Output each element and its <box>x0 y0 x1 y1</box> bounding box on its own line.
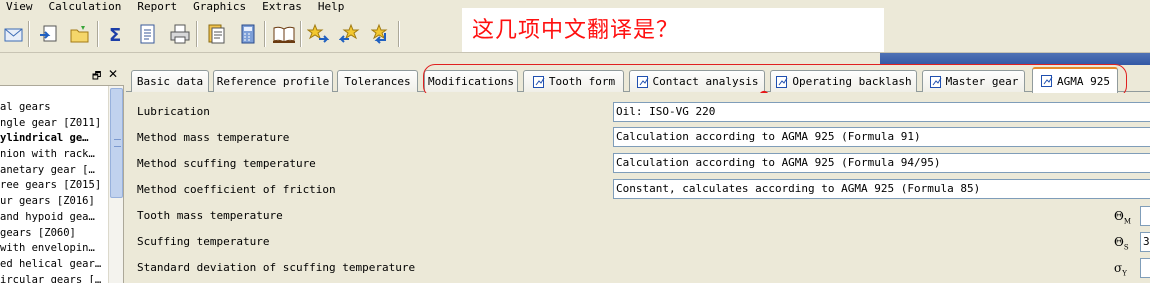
menu-calculation[interactable]: Calculation <box>41 0 130 15</box>
scrollbar[interactable] <box>108 86 123 283</box>
agma-925-form: Lubrication Oil: ISO-VG 220 Method mass … <box>126 93 1150 283</box>
tab-tolerances[interactable]: Tolerances <box>337 70 418 92</box>
module-list-item[interactable]: al gears <box>0 100 108 116</box>
module-list-item[interactable]: ylindrical ge… <box>0 131 108 147</box>
star-back-icon[interactable] <box>338 22 362 46</box>
module-list-item[interactable]: ed helical gear… <box>0 257 108 273</box>
print-icon[interactable] <box>168 22 192 46</box>
module-list-item[interactable]: nion with rack… <box>0 147 108 163</box>
mail-icon[interactable] <box>2 22 26 46</box>
row-label: Tooth mass temperature <box>137 209 283 222</box>
close-icon[interactable]: ✕ <box>108 67 118 81</box>
annotation-question: 这几项中文翻译是？ <box>472 18 680 43</box>
module-tree-panel: 🗗 ✕ al gears ngle gear [Z011] ylindrical g… <box>0 66 124 283</box>
scuffing-temperature-method-select[interactable]: Calculation according to AGMA 925 (Formu… <box>613 153 1150 173</box>
svg-text:Σ: Σ <box>109 25 121 45</box>
form-row-friction-coefficient: Method coefficient of friction Constant,… <box>126 177 1150 203</box>
annotation-box: 这几项中文翻译是？ <box>462 8 884 52</box>
symbol: ΘM <box>1114 209 1132 226</box>
menu-help[interactable]: Help <box>310 0 353 15</box>
menu-graphics[interactable]: Graphics <box>185 0 254 15</box>
form-row-scuffing-std-dev: Standard deviation of scuffing temperatu… <box>126 255 1150 281</box>
lubrication-select[interactable]: Oil: ISO-VG 220 <box>613 102 1150 122</box>
mass-temperature-method-select[interactable]: Calculation according to AGMA 925 (Formu… <box>613 127 1150 147</box>
form-row-scuffing-temperature: Scuffing temperature ΘS 3 <box>126 229 1150 255</box>
module-list-item[interactable]: ircular gears [… <box>0 273 108 283</box>
scuffing-std-dev-input[interactable] <box>1140 258 1150 278</box>
scrollbar-thumb[interactable] <box>110 88 123 198</box>
module-list-item[interactable]: with envelopin… <box>0 241 108 257</box>
module-list-item[interactable]: ngle gear [Z011] <box>0 116 108 132</box>
panel-header: 🗗 ✕ <box>0 66 124 86</box>
tab-label: Tolerances <box>344 75 411 88</box>
module-list-item[interactable]: ur gears [Z016] <box>0 194 108 210</box>
form-row-scuffing-temperature-method: Method scuffing temperature Calculation … <box>126 151 1150 177</box>
star-return-icon[interactable] <box>370 22 394 46</box>
tooth-mass-temperature-input[interactable] <box>1140 206 1150 226</box>
form-row-lubrication: Lubrication Oil: ISO-VG 220 <box>126 99 1150 125</box>
form-row-mass-temperature: Method mass temperature Calculation acco… <box>126 125 1150 151</box>
star-arrow-icon[interactable] <box>306 22 330 46</box>
document-icon[interactable] <box>136 22 160 46</box>
restore-icon[interactable]: 🗗 <box>92 69 101 86</box>
form-row-tooth-mass-temperature: Tooth mass temperature ΘM <box>126 203 1150 229</box>
symbol: ΘS <box>1114 235 1129 252</box>
row-label: Lubrication <box>137 105 210 118</box>
row-label: Method coefficient of friction <box>137 183 336 196</box>
row-label: Method scuffing temperature <box>137 157 316 170</box>
tab-basic-data[interactable]: Basic data <box>131 70 209 92</box>
export-icon[interactable] <box>37 22 61 46</box>
menu-view[interactable]: View <box>0 0 41 15</box>
scuffing-temperature-input[interactable]: 3 <box>1140 232 1150 252</box>
symbol: σY <box>1114 261 1127 278</box>
row-label: Standard deviation of scuffing temperatu… <box>137 261 416 274</box>
open-folder-icon[interactable] <box>68 22 92 46</box>
tab-label: Reference profile <box>216 75 330 88</box>
row-label: Method mass temperature <box>137 131 290 144</box>
module-list: al gears ngle gear [Z011] ylindrical ge… ni… <box>0 100 108 283</box>
calculator-icon[interactable] <box>236 22 260 46</box>
row-label: Scuffing temperature <box>137 235 270 248</box>
module-list-item[interactable]: ree gears [Z015] <box>0 178 108 194</box>
book-icon[interactable] <box>272 22 296 46</box>
menu-report[interactable]: Report <box>129 0 185 15</box>
tab-label: Basic data <box>136 75 204 88</box>
report-icon[interactable] <box>204 22 228 46</box>
sum-icon[interactable]: Σ <box>104 22 128 46</box>
tab-reference-profile[interactable]: Reference profile <box>213 70 333 92</box>
friction-coefficient-method-select[interactable]: Constant, calculates according to AGMA 9… <box>613 179 1150 199</box>
menu-extras[interactable]: Extras <box>254 0 310 15</box>
module-list-item[interactable]: anetary gear [… <box>0 163 108 179</box>
module-list-item[interactable]: and hypoid gea… <box>0 210 108 226</box>
module-list-item[interactable]: gears [Z060] <box>0 226 108 242</box>
